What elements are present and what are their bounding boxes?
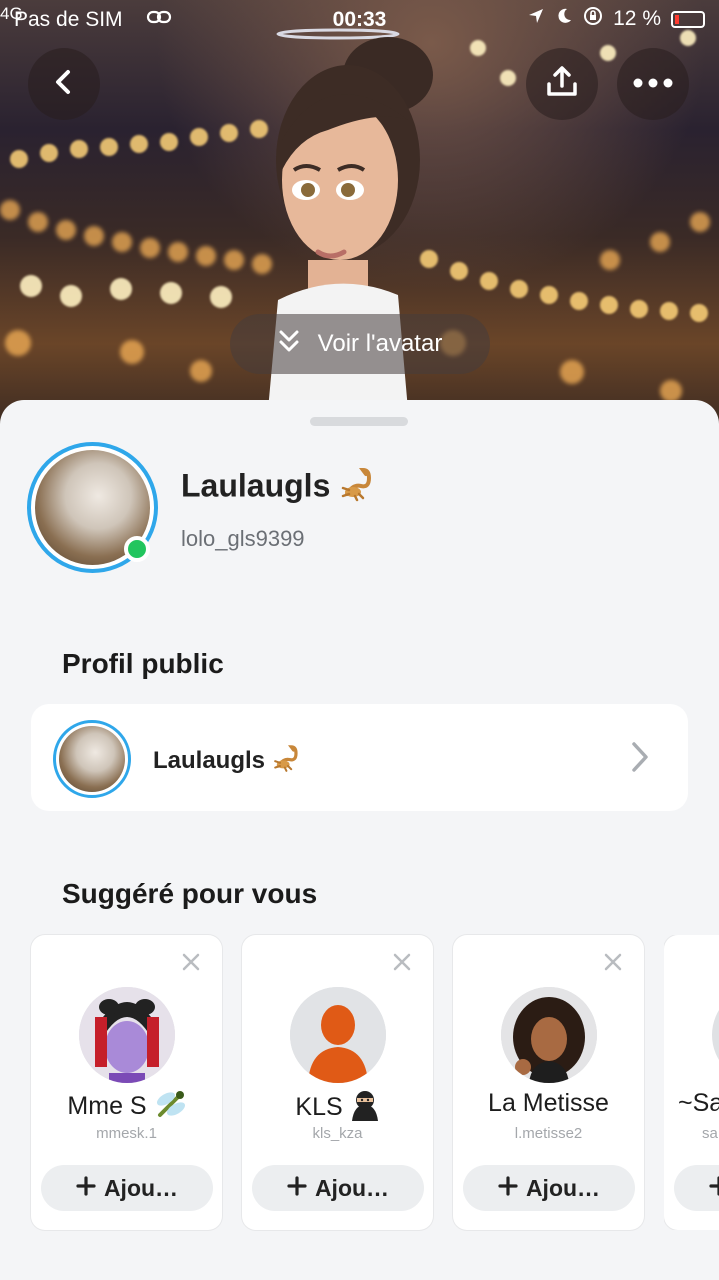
moon-icon (555, 7, 573, 31)
add-friend-button[interactable]: Ajou… (463, 1165, 635, 1211)
dismiss-suggestion-button[interactable] (604, 953, 622, 976)
view-avatar-label: Voir l'avatar (317, 330, 443, 357)
double-chevron-down-icon (278, 329, 300, 360)
battery-icon (671, 10, 705, 28)
rotation-lock-icon (583, 6, 603, 32)
suggestion-bitmoji (712, 987, 719, 1083)
add-friend-label: Ajou… (314, 1174, 390, 1201)
suggestion-username: mmesk.1 (96, 1125, 157, 1142)
add-friend-button[interactable]: Ajou… (41, 1165, 213, 1211)
plus-icon (76, 1175, 96, 1202)
add-friend-label: Ajou… (103, 1174, 179, 1201)
suggestion-name: Mme S (31, 1089, 222, 1126)
public-profile-name-text: Laulaugls (153, 746, 266, 774)
ninja-emoji-icon (350, 1089, 380, 1128)
view-avatar-button[interactable]: Voir l'avatar (230, 314, 490, 374)
suggestion-username: sa (702, 1125, 718, 1142)
suggestion-card[interactable]: Mme S mmesk.1 Ajou… (31, 935, 222, 1230)
suggestion-card[interactable]: La Metisse l.metisse2 Ajou… (453, 935, 644, 1230)
dismiss-suggestion-button[interactable] (182, 953, 200, 976)
plus-icon (709, 1175, 719, 1202)
suggestion-card[interactable]: KLS kls_kza Ajou… (242, 935, 433, 1230)
suggestion-card-clip: ~Sa sa Ajou… (664, 935, 719, 1230)
public-profile-photo (59, 726, 125, 792)
suggestion-username: l.metisse2 (514, 1125, 583, 1142)
more-options-button[interactable] (617, 48, 689, 120)
public-profile-card[interactable]: Laulaugls (31, 704, 688, 811)
chevron-right-icon (630, 740, 650, 779)
add-friend-button[interactable]: Ajou… (674, 1165, 719, 1211)
more-dots-icon (633, 75, 673, 93)
suggestion-bitmoji (79, 987, 175, 1083)
dragonfly-emoji-icon (154, 1089, 186, 1126)
suggestion-name: La Metisse (488, 1089, 609, 1117)
share-button[interactable] (526, 48, 598, 120)
public-profile-name: Laulaugls (153, 742, 304, 781)
suggestion-card[interactable]: ~Sa sa Ajou… (664, 935, 719, 1230)
display-name-text: Laulaugls (181, 467, 331, 504)
suggestion-name: ~Sa (678, 1089, 719, 1117)
plus-icon (498, 1175, 518, 1202)
plus-icon (287, 1175, 307, 1202)
online-status-dot (124, 536, 150, 562)
avatar-header-background: 4G Pas de SIM 00:33 12 % Voir l'avatar (0, 0, 719, 430)
back-button[interactable] (28, 48, 100, 120)
scorpion-emoji-icon (339, 464, 379, 512)
chevron-left-icon (50, 68, 78, 101)
dismiss-suggestion-button[interactable] (393, 953, 411, 976)
location-icon (527, 7, 545, 31)
suggestion-name-text: Mme S (67, 1092, 147, 1121)
suggested-title: Suggéré pour vous (62, 878, 318, 909)
battery-percent: 12 % (613, 7, 661, 30)
suggestion-name-text: KLS (295, 1093, 343, 1122)
profile-display-name: Laulaugls (181, 464, 379, 512)
suggestion-bitmoji (501, 987, 597, 1083)
profile-username: lolo_gls9399 (181, 526, 305, 551)
share-icon (544, 64, 580, 105)
suggestion-name: KLS (242, 1089, 433, 1128)
scorpion-emoji-icon (272, 742, 304, 781)
public-profile-title: Profil public (62, 648, 224, 679)
drag-handle[interactable] (310, 417, 408, 426)
public-profile-avatar (53, 720, 131, 798)
default-avatar-silhouette (290, 987, 386, 1083)
add-friend-button[interactable]: Ajou… (252, 1165, 424, 1211)
add-friend-label: Ajou… (525, 1174, 601, 1201)
suggestion-username: kls_kza (312, 1125, 363, 1142)
